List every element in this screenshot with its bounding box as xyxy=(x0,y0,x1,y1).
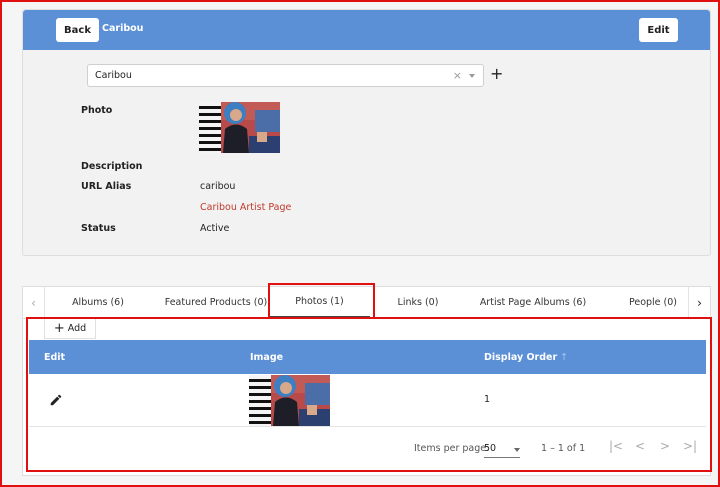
artist-select[interactable]: Caribou × xyxy=(87,64,484,87)
column-header-edit: Edit xyxy=(44,352,66,363)
tab-people[interactable]: People (0) xyxy=(613,287,693,318)
url-alias-label: URL Alias xyxy=(81,181,132,192)
card-header: Back Caribou Edit xyxy=(23,10,710,50)
display-order-value: 1 xyxy=(484,394,491,405)
page-range: 1 – 1 of 1 xyxy=(541,443,586,454)
tab-links[interactable]: Links (0) xyxy=(373,287,463,318)
add-photo-button[interactable]: + Add xyxy=(44,318,96,339)
dropdown-arrow-icon xyxy=(514,448,520,452)
tabs-divider xyxy=(23,318,710,319)
display-order-label: Display Order xyxy=(484,352,558,363)
pencil-icon[interactable] xyxy=(49,393,63,407)
edit-button[interactable]: Edit xyxy=(639,18,678,42)
dropdown-arrow-icon[interactable] xyxy=(469,74,475,78)
page-title: Caribou xyxy=(102,23,144,34)
status-label: Status xyxy=(81,223,116,234)
prev-page-icon[interactable]: < xyxy=(635,439,645,453)
tab-photos[interactable]: Photos (1) xyxy=(269,287,370,318)
next-page-icon[interactable]: > xyxy=(660,439,670,453)
sort-arrow-icon: ↑ xyxy=(560,352,569,363)
tab-artist-page-albums[interactable]: Artist Page Albums (6) xyxy=(473,287,593,318)
first-page-icon[interactable]: |< xyxy=(609,439,623,453)
page-size-select[interactable]: 50 xyxy=(484,442,520,458)
column-header-display-order[interactable]: Display Order ↑ xyxy=(484,352,568,363)
tabs-section: ‹ Albums (6) Featured Products (0) Photo… xyxy=(22,286,711,476)
tab-scroll-left-icon[interactable]: ‹ xyxy=(23,287,45,318)
plus-icon: + xyxy=(53,320,65,336)
photo-thumbnail xyxy=(249,375,330,426)
add-artist-plus-icon[interactable]: + xyxy=(490,64,503,83)
tab-scroll-right-icon[interactable]: › xyxy=(688,287,710,318)
status-value: Active xyxy=(200,223,230,234)
artist-page-link[interactable]: Caribou Artist Page xyxy=(200,202,291,213)
artist-select-value: Caribou xyxy=(95,70,132,81)
url-alias-value: caribou xyxy=(200,181,236,192)
last-page-icon[interactable]: >| xyxy=(683,439,697,453)
paginator: Items per page: 50 1 – 1 of 1 |< < > >| xyxy=(29,428,706,468)
photo-label: Photo xyxy=(81,105,113,116)
table-row: 1 xyxy=(29,374,706,427)
clear-icon[interactable]: × xyxy=(453,69,462,82)
add-button-label: Add xyxy=(67,322,87,334)
artist-photo xyxy=(199,102,280,153)
tab-albums[interactable]: Albums (6) xyxy=(53,287,143,318)
artist-detail-card: Back Caribou Edit Caribou × + Photo Desc… xyxy=(22,9,711,256)
description-label: Description xyxy=(81,161,143,172)
page-size-value: 50 xyxy=(484,443,497,454)
column-header-image: Image xyxy=(250,352,284,363)
tab-featured-products[interactable]: Featured Products (0) xyxy=(151,287,281,318)
back-button[interactable]: Back xyxy=(56,18,99,42)
items-per-page-label: Items per page: xyxy=(414,443,490,454)
photos-table-header: Edit Image Display Order ↑ xyxy=(29,340,706,374)
